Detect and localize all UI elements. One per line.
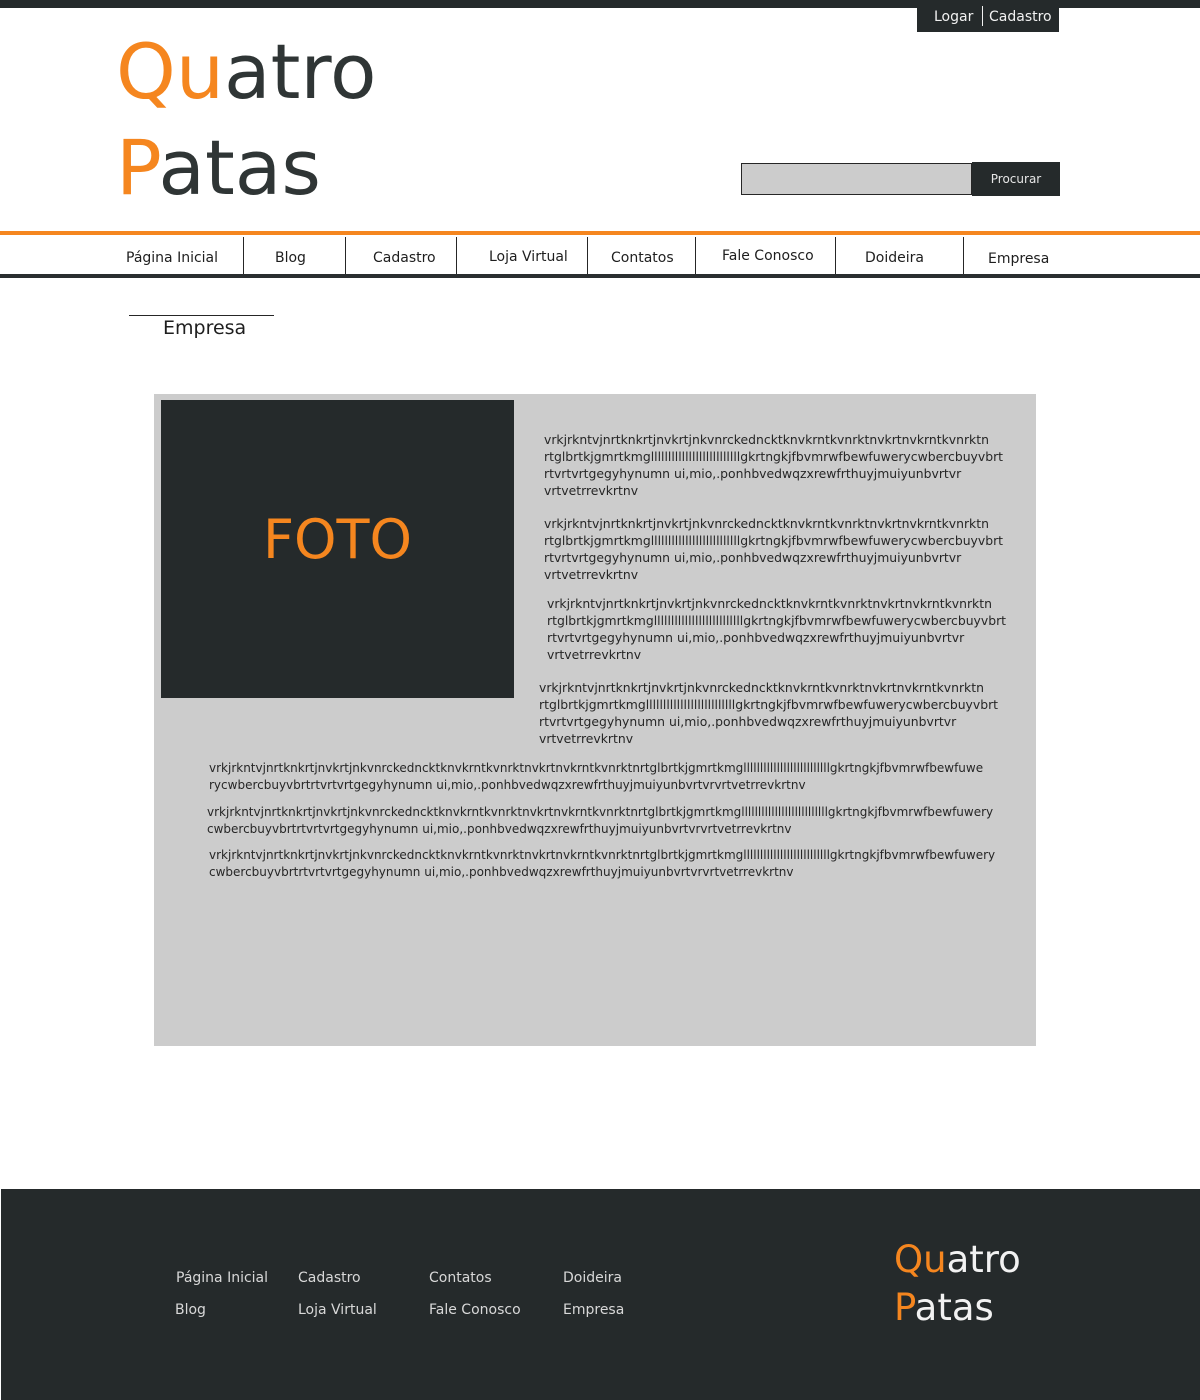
- nav-item-label: Fale Conosco: [722, 248, 814, 264]
- logo-line-2: Patas: [116, 120, 376, 216]
- nav-accent-line: [0, 231, 1200, 235]
- nav-item-doideira[interactable]: Doideira: [836, 236, 963, 274]
- footer-link-cadastro[interactable]: Cadastro: [298, 1270, 361, 1286]
- footer-link-blog[interactable]: Blog: [175, 1302, 206, 1318]
- text-line: vrkjrkntvjnrtknkrtjnvkrtjnkvnrckedncktkn…: [207, 805, 994, 819]
- wide-paragraph: vrkjrkntvjnrtknkrtjnvkrtjnkvnrckedncktkn…: [209, 847, 995, 881]
- nav-item-fale-conosco[interactable]: Fale Conosco: [696, 236, 835, 274]
- login-link[interactable]: Logar: [934, 9, 973, 25]
- footer-logo[interactable]: Quatro Patas: [894, 1236, 1021, 1332]
- nav-item-blog[interactable]: Blog: [244, 236, 345, 274]
- side-paragraph: vrkjrkntvjnrtknkrtjnvkrtjnkvnrckedncktkn…: [539, 679, 998, 747]
- nav-item-label: Contatos: [611, 250, 674, 266]
- search-button[interactable]: Procurar: [972, 162, 1060, 196]
- text-line: rtglbrtkjgmrtkmgllllllllllllllllllllllll…: [539, 697, 999, 712]
- text-line: vrtvetrrevkrtnv: [547, 647, 642, 662]
- text-line: vrkjrkntvjnrtknkrtjnvkrtjnkvnrckedncktkn…: [544, 516, 989, 531]
- auth-box: Logar Cadastro: [917, 6, 1059, 32]
- top-bar: [0, 0, 1200, 8]
- search-input[interactable]: [741, 163, 972, 195]
- logo-line-1-accent: Qu: [116, 27, 224, 116]
- text-line: rycwbercbuyvbrtrtvrtvrtgegyhynumn ui,mio…: [209, 778, 806, 792]
- text-line: cwbercbuyvbrtrtvrtvrtgegyhynumn ui,mio,.…: [209, 865, 794, 879]
- signup-link[interactable]: Cadastro: [989, 9, 1052, 25]
- nav-item-label: Cadastro: [373, 250, 436, 266]
- text-line: rtvrtvrtgegyhynumn ui,mio,.ponhbvedwqzxr…: [544, 466, 962, 481]
- footer-logo-line-1: Quatro: [894, 1236, 1021, 1284]
- auth-divider: [982, 6, 983, 26]
- nav-item-label: Blog: [275, 250, 306, 266]
- text-line: vrkjrkntvjnrtknkrtjnvkrtjnkvnrckedncktkn…: [209, 761, 984, 775]
- photo-label: FOTO: [262, 508, 413, 571]
- text-line: vrkjrkntvjnrtknkrtjnvkrtjnkvnrckedncktkn…: [547, 596, 992, 611]
- footer-logo-line-1-rest: atro: [946, 1238, 1021, 1281]
- footer-logo-line-2-rest: atas: [914, 1286, 994, 1329]
- text-line: rtvrtvrtgegyhynumn ui,mio,.ponhbvedwqzxr…: [544, 550, 962, 565]
- text-line: vrtvetrrevkrtnv: [544, 483, 639, 498]
- logo-line-2-accent: P: [116, 123, 159, 212]
- footer-logo-line-1-accent: Qu: [894, 1238, 947, 1281]
- nav-item-label: Doideira: [865, 250, 924, 266]
- logo-line-2-rest: atas: [158, 123, 321, 212]
- text-line: rtglbrtkjgmrtkmgllllllllllllllllllllllll…: [547, 613, 1007, 628]
- footer-link-doideira[interactable]: Doideira: [563, 1270, 622, 1286]
- nav-bottom-line: [0, 274, 1200, 278]
- breadcrumb-line: [129, 315, 274, 316]
- nav-item-contatos[interactable]: Contatos: [588, 236, 695, 274]
- text-line: vrkjrkntvjnrtknkrtjnvkrtjnkvnrckedncktkn…: [539, 680, 984, 695]
- wide-paragraph: vrkjrkntvjnrtknkrtjnvkrtjnkvnrckedncktkn…: [207, 804, 993, 838]
- text-line: vrtvetrrevkrtnv: [539, 731, 634, 746]
- footer-link-empresa[interactable]: Empresa: [563, 1302, 624, 1318]
- logo-line-1-rest: atro: [224, 27, 377, 116]
- nav-item-label: Loja Virtual: [489, 249, 568, 265]
- photo-placeholder: FOTO: [161, 400, 514, 698]
- text-line: rtvrtvrtgegyhynumn ui,mio,.ponhbvedwqzxr…: [547, 630, 965, 645]
- text-line: vrtvetrrevkrtnv: [544, 567, 639, 582]
- text-line: vrkjrkntvjnrtknkrtjnvkrtjnkvnrckedncktkn…: [209, 848, 996, 862]
- side-paragraph: vrkjrkntvjnrtknkrtjnvkrtjnkvnrckedncktkn…: [547, 595, 1006, 663]
- nav-item-cadastro[interactable]: Cadastro: [346, 236, 456, 274]
- wide-paragraph: vrkjrkntvjnrtknkrtjnvkrtjnkvnrckedncktkn…: [209, 760, 983, 794]
- text-line: rtglbrtkjgmrtkmgllllllllllllllllllllllll…: [544, 533, 1004, 548]
- nav-item-label: Empresa: [988, 251, 1050, 267]
- footer-link-contatos[interactable]: Contatos: [429, 1270, 492, 1286]
- nav-item-label: Página Inicial: [126, 250, 219, 266]
- logo-line-1: Quatro: [116, 24, 376, 120]
- text-line: vrkjrkntvjnrtknkrtjnvkrtjnkvnrckedncktkn…: [544, 432, 989, 447]
- nav-item-empresa[interactable]: Empresa: [964, 236, 1064, 274]
- text-line: rtglbrtkjgmrtkmgllllllllllllllllllllllll…: [544, 449, 1004, 464]
- site-logo[interactable]: Quatro Patas: [116, 24, 376, 216]
- page-title: Empresa: [163, 317, 247, 339]
- footer-link-fale-conosco[interactable]: Fale Conosco: [429, 1302, 521, 1318]
- footer-link-loja-virtual[interactable]: Loja Virtual: [298, 1302, 377, 1318]
- text-line: cwbercbuyvbrtrtvrtvrtgegyhynumn ui,mio,.…: [207, 822, 792, 836]
- side-paragraph: vrkjrkntvjnrtknkrtjnvkrtjnkvnrckedncktkn…: [544, 431, 1003, 499]
- nav-item-loja-virtual[interactable]: Loja Virtual: [457, 236, 587, 274]
- footer-logo-line-2: Patas: [894, 1284, 1021, 1332]
- footer-logo-line-2-accent: P: [894, 1286, 915, 1329]
- footer-link-pagina-inicial[interactable]: Página Inicial: [176, 1270, 268, 1286]
- text-line: rtvrtvrtgegyhynumn ui,mio,.ponhbvedwqzxr…: [539, 714, 957, 729]
- side-paragraph: vrkjrkntvjnrtknkrtjnvkrtjnkvnrckedncktkn…: [544, 515, 1003, 583]
- nav-item-pagina-inicial[interactable]: Página Inicial: [114, 236, 243, 274]
